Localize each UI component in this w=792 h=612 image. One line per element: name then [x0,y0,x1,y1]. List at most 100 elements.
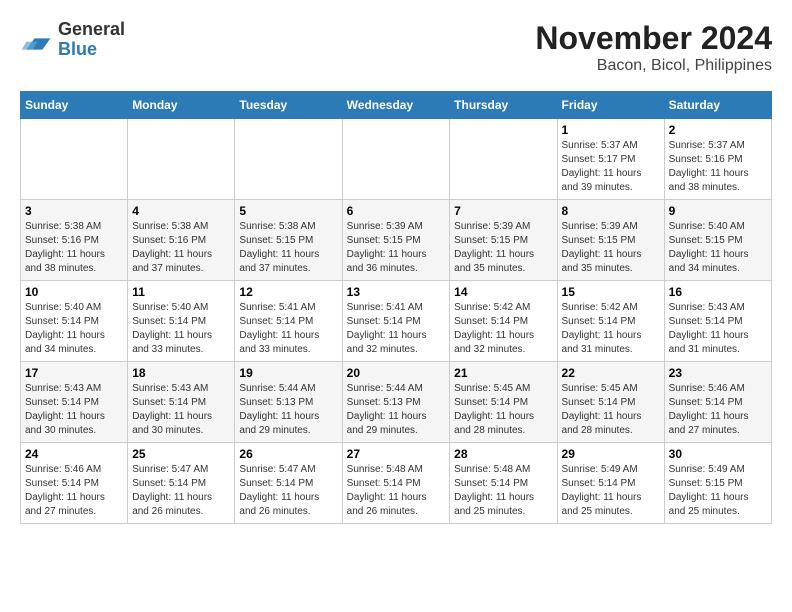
calendar-cell: 11 Sunrise: 5:40 AM Sunset: 5:14 PM Dayli… [128,281,235,362]
day-number: 23 [669,366,767,380]
day-info: Sunrise: 5:43 AM Sunset: 5:14 PM Dayligh… [669,301,767,357]
day-info: Sunrise: 5:37 AM Sunset: 5:16 PM Dayligh… [669,139,767,195]
calendar-cell: 10 Sunrise: 5:40 AM Sunset: 5:14 PM Dayli… [21,281,128,362]
day-info: Sunrise: 5:47 AM Sunset: 5:14 PM Dayligh… [132,463,230,519]
day-number: 26 [239,447,337,461]
day-info: Sunrise: 5:41 AM Sunset: 5:14 PM Dayligh… [347,301,446,357]
calendar-week-3: 17 Sunrise: 5:43 AM Sunset: 5:14 PM Dayli… [21,362,772,443]
day-number: 1 [562,123,660,137]
logo: General Blue [20,20,125,60]
day-info: Sunrise: 5:45 AM Sunset: 5:14 PM Dayligh… [454,382,552,438]
day-info: Sunrise: 5:46 AM Sunset: 5:14 PM Dayligh… [669,382,767,438]
day-number: 6 [347,204,446,218]
calendar-cell: 27 Sunrise: 5:48 AM Sunset: 5:14 PM Dayli… [342,443,450,524]
day-info: Sunrise: 5:44 AM Sunset: 5:13 PM Dayligh… [347,382,446,438]
day-number: 15 [562,285,660,299]
calendar-cell: 6 Sunrise: 5:39 AM Sunset: 5:15 PM Daylig… [342,200,450,281]
day-info: Sunrise: 5:38 AM Sunset: 5:15 PM Dayligh… [239,220,337,276]
calendar-cell: 12 Sunrise: 5:41 AM Sunset: 5:14 PM Dayli… [235,281,342,362]
day-header-tuesday: Tuesday [235,92,342,119]
day-header-thursday: Thursday [450,92,557,119]
day-number: 18 [132,366,230,380]
day-info: Sunrise: 5:40 AM Sunset: 5:15 PM Dayligh… [669,220,767,276]
calendar-week-2: 10 Sunrise: 5:40 AM Sunset: 5:14 PM Dayli… [21,281,772,362]
calendar-cell: 28 Sunrise: 5:48 AM Sunset: 5:14 PM Dayli… [450,443,557,524]
day-number: 8 [562,204,660,218]
day-number: 28 [454,447,552,461]
calendar-cell: 9Sunrise: 5:40 AM Sunset: 5:15 PM Daylig… [664,200,771,281]
day-info: Sunrise: 5:48 AM Sunset: 5:14 PM Dayligh… [347,463,446,519]
day-number: 13 [347,285,446,299]
day-number: 29 [562,447,660,461]
calendar-cell: 17 Sunrise: 5:43 AM Sunset: 5:14 PM Dayli… [21,362,128,443]
calendar-cell: 24 Sunrise: 5:46 AM Sunset: 5:14 PM Dayli… [21,443,128,524]
calendar-cell [450,119,557,200]
month-title: November 2024 [535,20,772,57]
day-header-saturday: Saturday [664,92,771,119]
logo-text: General Blue [58,20,125,60]
calendar-cell: 21Sunrise: 5:45 AM Sunset: 5:14 PM Dayli… [450,362,557,443]
day-number: 27 [347,447,446,461]
calendar: SundayMondayTuesdayWednesdayThursdayFrid… [20,91,772,524]
day-info: Sunrise: 5:46 AM Sunset: 5:14 PM Dayligh… [25,463,123,519]
day-number: 14 [454,285,552,299]
calendar-cell: 4 Sunrise: 5:38 AM Sunset: 5:16 PM Daylig… [128,200,235,281]
calendar-header-row: SundayMondayTuesdayWednesdayThursdayFrid… [21,92,772,119]
day-number: 10 [25,285,123,299]
day-info: Sunrise: 5:47 AM Sunset: 5:14 PM Dayligh… [239,463,337,519]
day-info: Sunrise: 5:41 AM Sunset: 5:14 PM Dayligh… [239,301,337,357]
day-info: Sunrise: 5:43 AM Sunset: 5:14 PM Dayligh… [132,382,230,438]
calendar-cell: 18 Sunrise: 5:43 AM Sunset: 5:14 PM Dayli… [128,362,235,443]
day-info: Sunrise: 5:39 AM Sunset: 5:15 PM Dayligh… [454,220,552,276]
day-info: Sunrise: 5:39 AM Sunset: 5:15 PM Dayligh… [347,220,446,276]
calendar-cell: 3Sunrise: 5:38 AM Sunset: 5:16 PM Daylig… [21,200,128,281]
day-number: 7 [454,204,552,218]
day-info: Sunrise: 5:43 AM Sunset: 5:14 PM Dayligh… [25,382,123,438]
day-info: Sunrise: 5:37 AM Sunset: 5:17 PM Dayligh… [562,139,660,195]
calendar-cell: 8 Sunrise: 5:39 AM Sunset: 5:15 PM Daylig… [557,200,664,281]
calendar-week-0: 1 Sunrise: 5:37 AM Sunset: 5:17 PM Daylig… [21,119,772,200]
calendar-cell: 7 Sunrise: 5:39 AM Sunset: 5:15 PM Daylig… [450,200,557,281]
day-number: 17 [25,366,123,380]
calendar-cell: 22Sunrise: 5:45 AM Sunset: 5:14 PM Dayli… [557,362,664,443]
calendar-week-4: 24 Sunrise: 5:46 AM Sunset: 5:14 PM Dayli… [21,443,772,524]
day-number: 24 [25,447,123,461]
page-header: General Blue November 2024 Bacon, Bicol,… [20,20,772,75]
calendar-cell: 23 Sunrise: 5:46 AM Sunset: 5:14 PM Dayli… [664,362,771,443]
day-number: 20 [347,366,446,380]
calendar-cell: 14 Sunrise: 5:42 AM Sunset: 5:14 PM Dayli… [450,281,557,362]
day-header-friday: Friday [557,92,664,119]
day-info: Sunrise: 5:40 AM Sunset: 5:14 PM Dayligh… [132,301,230,357]
day-header-wednesday: Wednesday [342,92,450,119]
day-header-monday: Monday [128,92,235,119]
day-number: 16 [669,285,767,299]
day-info: Sunrise: 5:38 AM Sunset: 5:16 PM Dayligh… [132,220,230,276]
day-info: Sunrise: 5:42 AM Sunset: 5:14 PM Dayligh… [562,301,660,357]
day-info: Sunrise: 5:48 AM Sunset: 5:14 PM Dayligh… [454,463,552,519]
day-info: Sunrise: 5:39 AM Sunset: 5:15 PM Dayligh… [562,220,660,276]
day-info: Sunrise: 5:49 AM Sunset: 5:15 PM Dayligh… [669,463,767,519]
calendar-week-1: 3Sunrise: 5:38 AM Sunset: 5:16 PM Daylig… [21,200,772,281]
calendar-cell: 2Sunrise: 5:37 AM Sunset: 5:16 PM Daylig… [664,119,771,200]
calendar-cell: 13 Sunrise: 5:41 AM Sunset: 5:14 PM Dayli… [342,281,450,362]
location: Bacon, Bicol, Philippines [535,57,772,75]
calendar-cell [235,119,342,200]
day-number: 12 [239,285,337,299]
day-number: 4 [132,204,230,218]
logo-icon [20,24,52,56]
day-number: 30 [669,447,767,461]
calendar-cell: 20 Sunrise: 5:44 AM Sunset: 5:13 PM Dayli… [342,362,450,443]
calendar-cell: 29Sunrise: 5:49 AM Sunset: 5:14 PM Dayli… [557,443,664,524]
calendar-cell: 15 Sunrise: 5:42 AM Sunset: 5:14 PM Dayli… [557,281,664,362]
day-info: Sunrise: 5:44 AM Sunset: 5:13 PM Dayligh… [239,382,337,438]
day-info: Sunrise: 5:40 AM Sunset: 5:14 PM Dayligh… [25,301,123,357]
day-number: 19 [239,366,337,380]
day-info: Sunrise: 5:38 AM Sunset: 5:16 PM Dayligh… [25,220,123,276]
calendar-cell [21,119,128,200]
calendar-cell: 25Sunrise: 5:47 AM Sunset: 5:14 PM Dayli… [128,443,235,524]
day-number: 11 [132,285,230,299]
day-info: Sunrise: 5:42 AM Sunset: 5:14 PM Dayligh… [454,301,552,357]
calendar-cell: 26 Sunrise: 5:47 AM Sunset: 5:14 PM Dayli… [235,443,342,524]
calendar-cell [342,119,450,200]
calendar-cell: 1 Sunrise: 5:37 AM Sunset: 5:17 PM Daylig… [557,119,664,200]
